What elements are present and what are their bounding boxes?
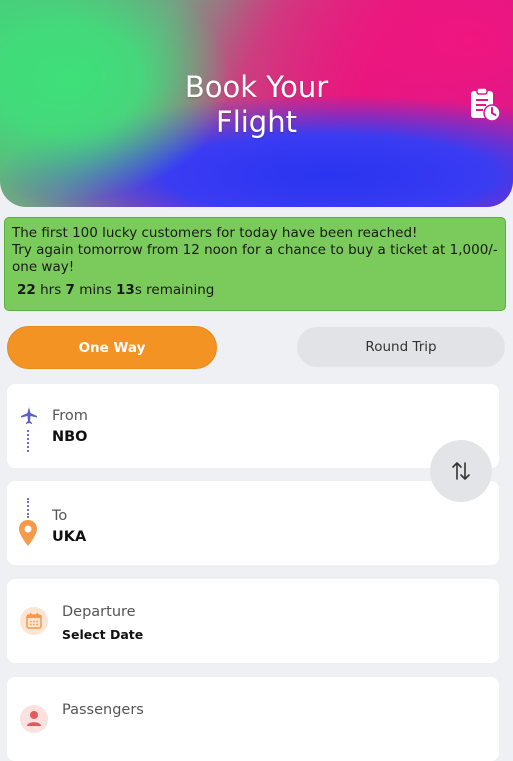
tab-one-way[interactable]: One Way [7,326,217,369]
route-dotted-line [27,498,29,518]
swap-arrows-icon [452,462,470,480]
countdown-secs: 13 [116,282,135,298]
promo-line-1: The first 100 lucky customers for today … [12,225,418,241]
clipboard-clock-icon[interactable] [468,86,502,122]
location-pin-icon [19,520,37,546]
countdown-mins-unit: mins [79,282,112,298]
to-value: UKA [52,529,87,545]
airplane-icon [21,407,37,424]
departure-label: Departure [62,604,136,620]
swap-button[interactable] [430,440,492,502]
countdown-mins: 7 [65,282,75,298]
from-field[interactable]: From NBO [7,384,499,468]
promo-notice: The first 100 lucky customers for today … [4,217,506,311]
countdown-remaining: remaining [146,282,215,298]
countdown-hours-unit: hrs [40,282,62,298]
passengers-label: Passengers [62,702,144,718]
person-icon [27,711,41,726]
to-field[interactable]: To UKA [7,481,499,565]
person-icon-wrap [20,705,48,733]
tab-round-trip[interactable]: Round Trip [297,327,505,367]
departure-value: Select Date [62,627,144,642]
to-label: To [52,508,68,524]
calendar-icon-wrap [20,607,48,635]
countdown-timer: 22 hrs 7 mins 13s remaining [12,282,498,299]
from-value: NBO [52,429,88,445]
countdown-secs-unit: s [134,282,142,298]
from-label: From [52,408,88,424]
promo-line-2: Try again tomorrow from 12 noon for a ch… [12,242,498,275]
page-title: Book Your Flight [184,70,329,139]
passengers-field[interactable]: Passengers [7,677,499,761]
calendar-icon [26,613,42,629]
hero-banner: Book Your Flight [0,0,513,207]
countdown-hours: 22 [17,282,36,298]
route-dotted-line [27,430,29,452]
departure-field[interactable]: Departure Select Date [7,579,499,663]
